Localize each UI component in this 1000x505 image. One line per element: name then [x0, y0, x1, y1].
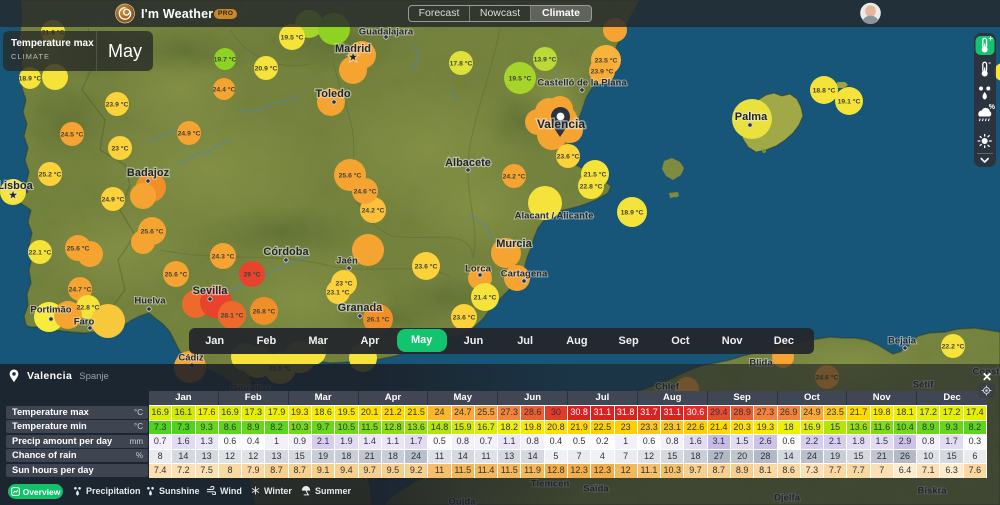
svg-text:Valencia: Valencia: [537, 117, 585, 131]
svg-text:Jaén: Jaén: [336, 256, 358, 267]
svg-text:★: ★: [9, 190, 18, 200]
svg-text:24.5 °C: 24.5 °C: [61, 130, 84, 138]
svg-text:24.3 °C: 24.3 °C: [212, 252, 235, 260]
svg-text:17.8 °C: 17.8 °C: [450, 59, 473, 67]
svg-text:21.5 °C: 21.5 °C: [584, 170, 607, 178]
svg-text:18.9 °C: 18.9 °C: [621, 208, 644, 216]
svg-text:Albacete: Albacete: [445, 157, 491, 169]
svg-text:Alacant / Alicante: Alacant / Alicante: [515, 211, 594, 222]
svg-text:Huelva: Huelva: [134, 296, 166, 307]
svg-text:18.8 °C: 18.8 °C: [813, 86, 836, 94]
svg-text:23.5 °C: 23.5 °C: [595, 56, 618, 64]
svg-text:23 °C: 23 °C: [111, 144, 128, 152]
svg-text:26.8 °C: 26.8 °C: [253, 307, 276, 315]
svg-text:23 °C: 23 °C: [335, 279, 352, 287]
svg-text:20.9 °C: 20.9 °C: [255, 64, 278, 72]
svg-text:%: %: [989, 104, 996, 111]
svg-text:23.1 °C: 23.1 °C: [327, 288, 350, 296]
svg-text:Cartagena: Cartagena: [501, 269, 548, 280]
svg-text:Cádiz: Cádiz: [178, 353, 204, 364]
svg-text:Córdoba: Córdoba: [263, 246, 309, 258]
svg-text:19.1 °C: 19.1 °C: [838, 97, 861, 105]
svg-text:19.5 °C: 19.5 °C: [281, 33, 304, 41]
svg-text:Toledo: Toledo: [315, 88, 351, 100]
svg-text:Granada: Granada: [338, 302, 384, 314]
svg-text:25.6 °C: 25.6 °C: [339, 171, 362, 179]
svg-text:23.9 °C: 23.9 °C: [591, 67, 614, 75]
svg-text:21.4 °C: 21.4 °C: [474, 293, 497, 301]
svg-text:Portimão: Portimão: [30, 305, 71, 316]
svg-text:22.2 °C: 22.2 °C: [942, 342, 965, 350]
svg-text:Bejaia: Bejaia: [888, 336, 917, 347]
svg-text:25.6 °C: 25.6 °C: [141, 227, 164, 235]
svg-text:29 °C: 29 °C: [243, 270, 260, 278]
svg-text:+: +: [988, 34, 993, 43]
svg-text:24.6 °C: 24.6 °C: [354, 187, 377, 195]
svg-text:25.2 °C: 25.2 °C: [39, 170, 62, 178]
svg-text:18.9 °C: 18.9 °C: [19, 74, 42, 82]
svg-text:22.1 °C: 22.1 °C: [29, 248, 52, 256]
svg-text:19.7 °C: 19.7 °C: [214, 55, 237, 63]
svg-text:25.6 °C: 25.6 °C: [67, 244, 90, 252]
svg-text:23.6 °C: 23.6 °C: [453, 313, 476, 321]
svg-text:Castelló de la Plana: Castelló de la Plana: [537, 78, 627, 89]
svg-text:24.4 °C: 24.4 °C: [213, 85, 236, 93]
svg-text:23.6 °C: 23.6 °C: [415, 262, 438, 270]
svg-text:★: ★: [349, 52, 358, 62]
svg-text:13.9 °C: 13.9 °C: [534, 55, 557, 63]
svg-text:25.6 °C: 25.6 °C: [165, 270, 188, 278]
svg-text:28.1 °C: 28.1 °C: [221, 311, 244, 319]
svg-text:24.9 °C: 24.9 °C: [178, 129, 201, 137]
svg-text:Sevilla: Sevilla: [193, 285, 229, 297]
svg-text:24.2 °C: 24.2 °C: [503, 172, 526, 180]
svg-text:23.9 °C: 23.9 °C: [106, 100, 129, 108]
svg-text:24.9 °C: 24.9 °C: [102, 195, 125, 203]
svg-text:Lorca: Lorca: [465, 264, 492, 275]
svg-text:22.8 °C: 22.8 °C: [77, 303, 100, 311]
svg-text:26.1 °C: 26.1 °C: [367, 315, 390, 323]
svg-text:23.6 °C: 23.6 °C: [557, 152, 580, 160]
svg-text:Murcia: Murcia: [496, 238, 532, 250]
svg-text:19.5 °C: 19.5 °C: [509, 74, 532, 82]
svg-text:Badajoz: Badajoz: [127, 167, 170, 179]
svg-text:-: -: [988, 58, 991, 67]
svg-text:24.2 °C: 24.2 °C: [362, 206, 385, 214]
svg-text:24.7 °C: 24.7 °C: [69, 285, 92, 293]
svg-text:22.8 °C: 22.8 °C: [580, 182, 603, 190]
svg-text:Palma: Palma: [735, 111, 768, 123]
